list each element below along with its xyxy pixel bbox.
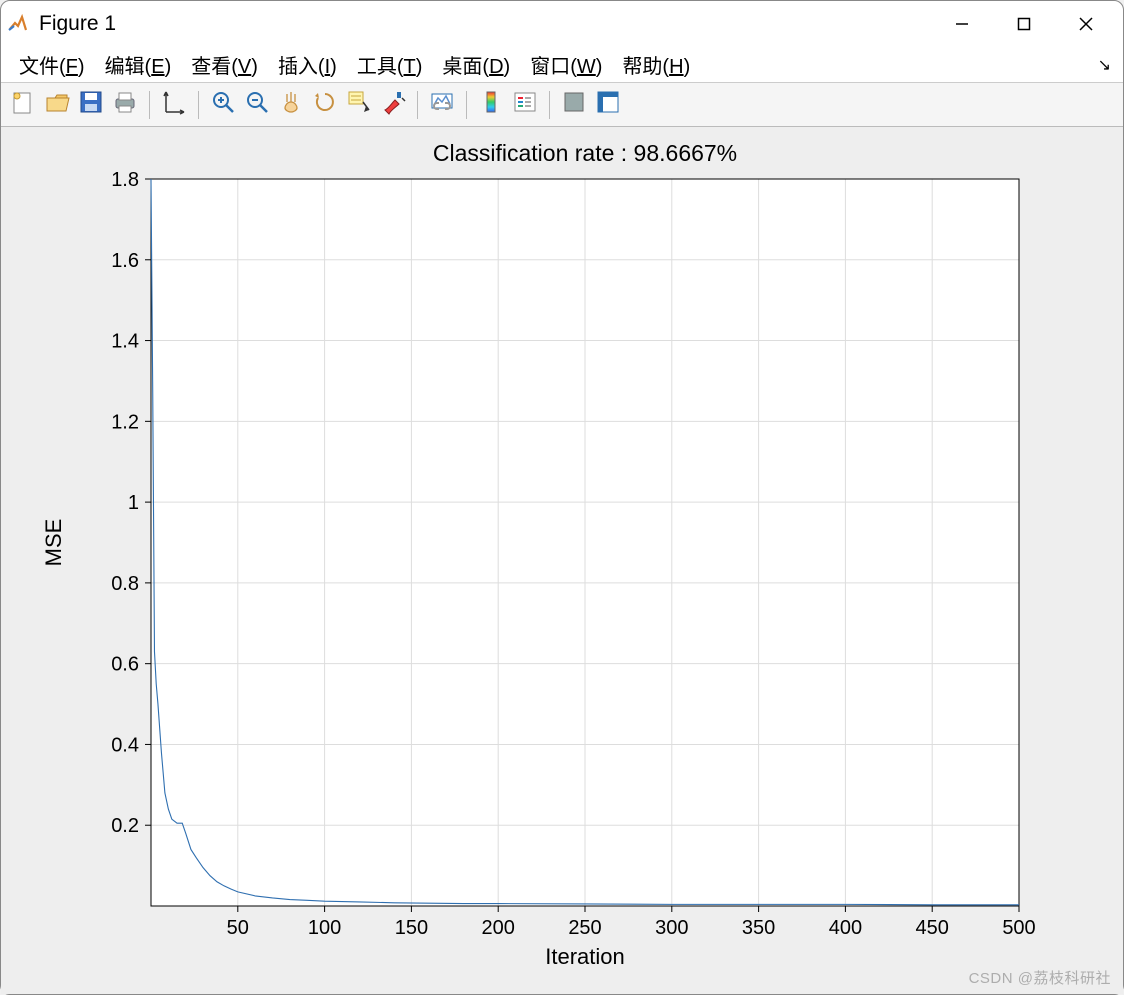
brush-button[interactable] — [377, 89, 409, 121]
zoom-in-button[interactable] — [207, 89, 239, 121]
print-button[interactable] — [109, 89, 141, 121]
y-tick-label: 0.4 — [111, 734, 139, 756]
chart-canvas: 50 100 150 200 250 300 350 400 450 500 0.2 0.4 0.6 0.… — [1, 127, 1123, 994]
matlab-icon — [7, 13, 29, 35]
y-tick-label: 1.4 — [111, 331, 139, 353]
x-tick-label: 50 — [227, 917, 249, 939]
y-tick-label: 1.6 — [111, 250, 139, 272]
zoom-in-icon — [209, 88, 237, 121]
print-icon — [111, 88, 139, 121]
y-tick-label: 0.6 — [111, 654, 139, 676]
open-button[interactable] — [41, 89, 73, 121]
menu-item-t[interactable]: 工具(T) — [347, 46, 433, 83]
colorbar-icon — [477, 88, 505, 121]
menubar: 文件(F)编辑(E)查看(V)插入(I)工具(T)桌面(D)窗口(W)帮助(H)… — [1, 47, 1123, 83]
edit-plot-icon — [160, 88, 188, 121]
menu-item-v[interactable]: 查看(V) — [181, 46, 268, 83]
rotate-button[interactable] — [309, 89, 341, 121]
dock-arrow-icon[interactable]: ↘ — [1098, 55, 1111, 75]
x-tick-label: 250 — [568, 917, 601, 939]
x-tick-label: 350 — [742, 917, 775, 939]
minimize-button[interactable] — [931, 2, 993, 46]
new-figure-button[interactable] — [7, 89, 39, 121]
y-tick-label: 1 — [128, 492, 139, 514]
window-title: Figure 1 — [39, 12, 931, 36]
toolbar-separator — [549, 91, 550, 119]
titlebar: Figure 1 — [1, 1, 1123, 47]
menu-item-h[interactable]: 帮助(H) — [612, 46, 700, 83]
toolbar-separator — [466, 91, 467, 119]
legend-button[interactable] — [509, 89, 541, 121]
hide-plot-button[interactable] — [558, 89, 590, 121]
layout-icon — [594, 88, 622, 121]
y-axis-label: MSE — [41, 519, 66, 567]
figure-window: Figure 1 文件(F)编辑(E)查看(V)插入(I)工具(T)桌面(D)窗… — [0, 0, 1124, 995]
x-tick-label: 500 — [1002, 917, 1035, 939]
watermark-text: CSDN @荔枝科研社 — [969, 967, 1111, 988]
x-tick-label: 200 — [482, 917, 515, 939]
open-icon — [43, 88, 71, 121]
maximize-button[interactable] — [993, 2, 1055, 46]
x-tick-label: 100 — [308, 917, 341, 939]
toolbar — [1, 83, 1123, 127]
menu-item-w[interactable]: 窗口(W) — [520, 46, 612, 83]
y-tick-label: 0.8 — [111, 573, 139, 595]
pan-button[interactable] — [275, 89, 307, 121]
menu-item-e[interactable]: 编辑(E) — [95, 46, 182, 83]
legend-icon — [511, 88, 539, 121]
menu-item-i[interactable]: 插入(I) — [268, 46, 347, 83]
x-tick-label: 400 — [829, 917, 862, 939]
x-tick-label: 150 — [395, 917, 428, 939]
hide-plot-icon — [560, 88, 588, 121]
toolbar-separator — [417, 91, 418, 119]
layout-button[interactable] — [592, 89, 624, 121]
link-plot-icon — [428, 88, 456, 121]
edit-plot-button[interactable] — [158, 89, 190, 121]
zoom-out-icon — [243, 88, 271, 121]
brush-icon — [379, 88, 407, 121]
close-button[interactable] — [1055, 2, 1117, 46]
zoom-out-button[interactable] — [241, 89, 273, 121]
x-tick-label: 300 — [655, 917, 688, 939]
toolbar-separator — [198, 91, 199, 119]
toolbar-separator — [149, 91, 150, 119]
rotate-icon — [311, 88, 339, 121]
plot-area: 50 100 150 200 250 300 350 400 450 500 0.2 0.4 0.6 0.… — [1, 127, 1123, 994]
menu-item-f[interactable]: 文件(F) — [9, 46, 95, 83]
chart-title: Classification rate : 98.6667% — [433, 140, 737, 166]
new-figure-icon — [9, 88, 37, 121]
data-cursor-icon — [345, 88, 373, 121]
colorbar-button[interactable] — [475, 89, 507, 121]
pan-icon — [277, 88, 305, 121]
save-icon — [77, 88, 105, 121]
x-tick-label: 450 — [916, 917, 949, 939]
save-button[interactable] — [75, 89, 107, 121]
y-tick-label: 1.8 — [111, 169, 139, 191]
data-cursor-button[interactable] — [343, 89, 375, 121]
window-controls — [931, 2, 1117, 46]
y-tick-label: 1.2 — [111, 411, 139, 433]
menu-item-d[interactable]: 桌面(D) — [432, 46, 520, 83]
x-axis-label: Iteration — [545, 944, 625, 969]
y-tick-label: 0.2 — [111, 815, 139, 837]
link-plot-button[interactable] — [426, 89, 458, 121]
